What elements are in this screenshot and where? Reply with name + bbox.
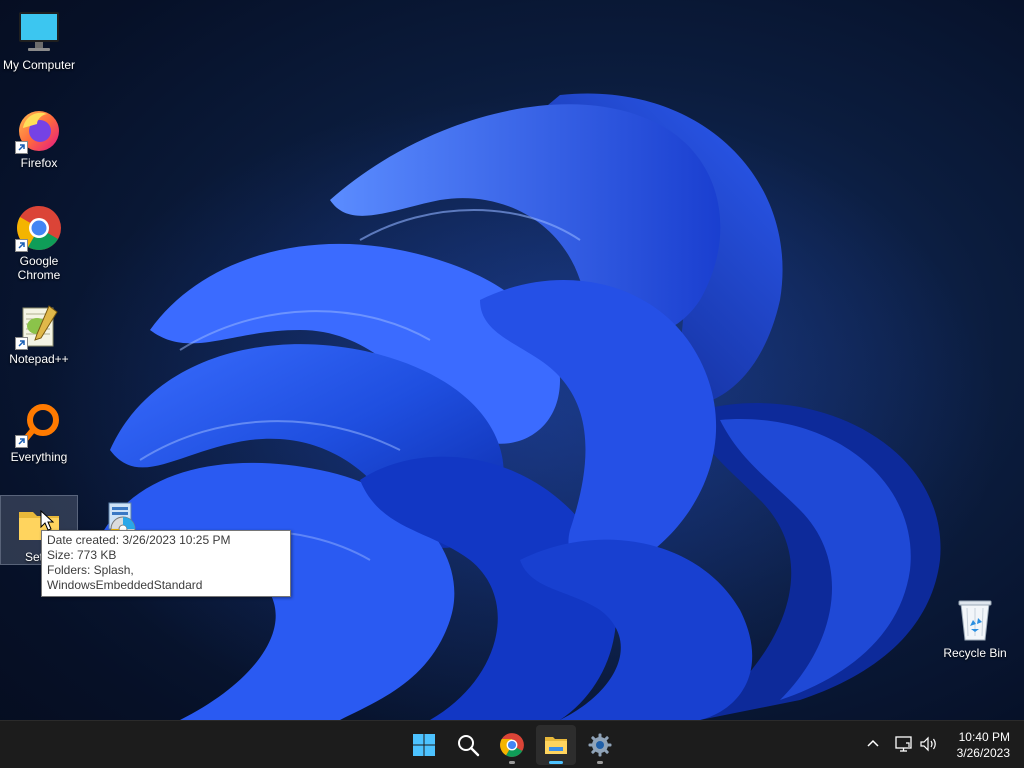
shortcut-arrow-icon xyxy=(15,337,28,350)
firefox-icon xyxy=(15,106,63,154)
clock-time: 10:40 PM xyxy=(958,730,1010,744)
desktop-icon-label: Recycle Bin xyxy=(943,646,1007,660)
desktop-icon-label: Set xyxy=(25,550,44,564)
monitor-icon xyxy=(15,8,63,56)
file-explorer-icon xyxy=(545,737,567,754)
tray-volume-button[interactable] xyxy=(918,733,940,755)
taskbar-clock[interactable]: 10:40 PM 3/26/2023 xyxy=(957,729,1010,761)
active-indicator xyxy=(549,761,563,764)
tray-network-button[interactable] xyxy=(893,733,915,755)
desktop-icon-notepadpp[interactable]: Notepad++ xyxy=(0,298,78,366)
desktop-icon-recycle-bin[interactable]: Recycle Bin xyxy=(936,592,1014,660)
desktop-icon-label: Everything xyxy=(10,450,68,464)
tooltip-folders: Folders: Splash, WindowsEmbeddedStandard xyxy=(47,563,203,592)
file-info-tooltip: Date created: 3/26/2023 10:25 PM Size: 7… xyxy=(41,530,291,597)
desktop-icon-label: Google Chrome xyxy=(17,254,61,282)
running-indicator xyxy=(597,761,603,764)
desktop-icon-everything[interactable]: Everything xyxy=(0,396,78,464)
tray-overflow-button[interactable] xyxy=(862,733,884,755)
clock-date: 3/26/2023 xyxy=(956,746,1010,760)
taskbar-settings-button[interactable] xyxy=(580,725,620,765)
gear-icon xyxy=(588,733,612,757)
wallpaper-bloom xyxy=(40,93,1000,720)
tooltip-size: Size: 773 KB xyxy=(47,548,117,562)
chrome-icon xyxy=(500,733,524,757)
desktop-icon-google-chrome[interactable]: Google Chrome xyxy=(0,200,78,282)
recycle-bin-icon xyxy=(951,596,999,644)
volume-icon xyxy=(920,736,936,752)
windows-start-icon xyxy=(413,734,435,756)
taskbar-search-button[interactable] xyxy=(448,725,488,765)
notepadpp-icon xyxy=(15,302,63,350)
tooltip-date-created: Date created: 3/26/2023 10:25 PM xyxy=(47,533,231,547)
desktop-icon-my-computer[interactable]: My Computer xyxy=(0,4,78,72)
mouse-cursor-icon xyxy=(40,510,54,531)
shortcut-arrow-icon xyxy=(15,435,28,448)
search-icon xyxy=(458,735,480,757)
desktop-icon-label: Firefox xyxy=(20,156,58,170)
shortcut-arrow-icon xyxy=(15,141,28,154)
desktop-icon-label: My Computer xyxy=(2,58,76,72)
running-indicator xyxy=(509,761,515,764)
shortcut-arrow-icon xyxy=(15,239,28,252)
taskbar-chrome-button[interactable] xyxy=(492,725,532,765)
taskbar: 10:40 PM 3/26/2023 xyxy=(0,720,1024,768)
desktop-icon-label: Notepad++ xyxy=(9,352,69,366)
everything-search-icon xyxy=(15,400,63,448)
chrome-icon xyxy=(15,204,63,252)
taskbar-file-explorer-button[interactable] xyxy=(536,725,576,765)
network-icon xyxy=(895,736,912,752)
desktop-icon-firefox[interactable]: Firefox xyxy=(0,102,78,170)
chevron-up-icon xyxy=(867,739,879,747)
taskbar-start-button[interactable] xyxy=(404,725,444,765)
